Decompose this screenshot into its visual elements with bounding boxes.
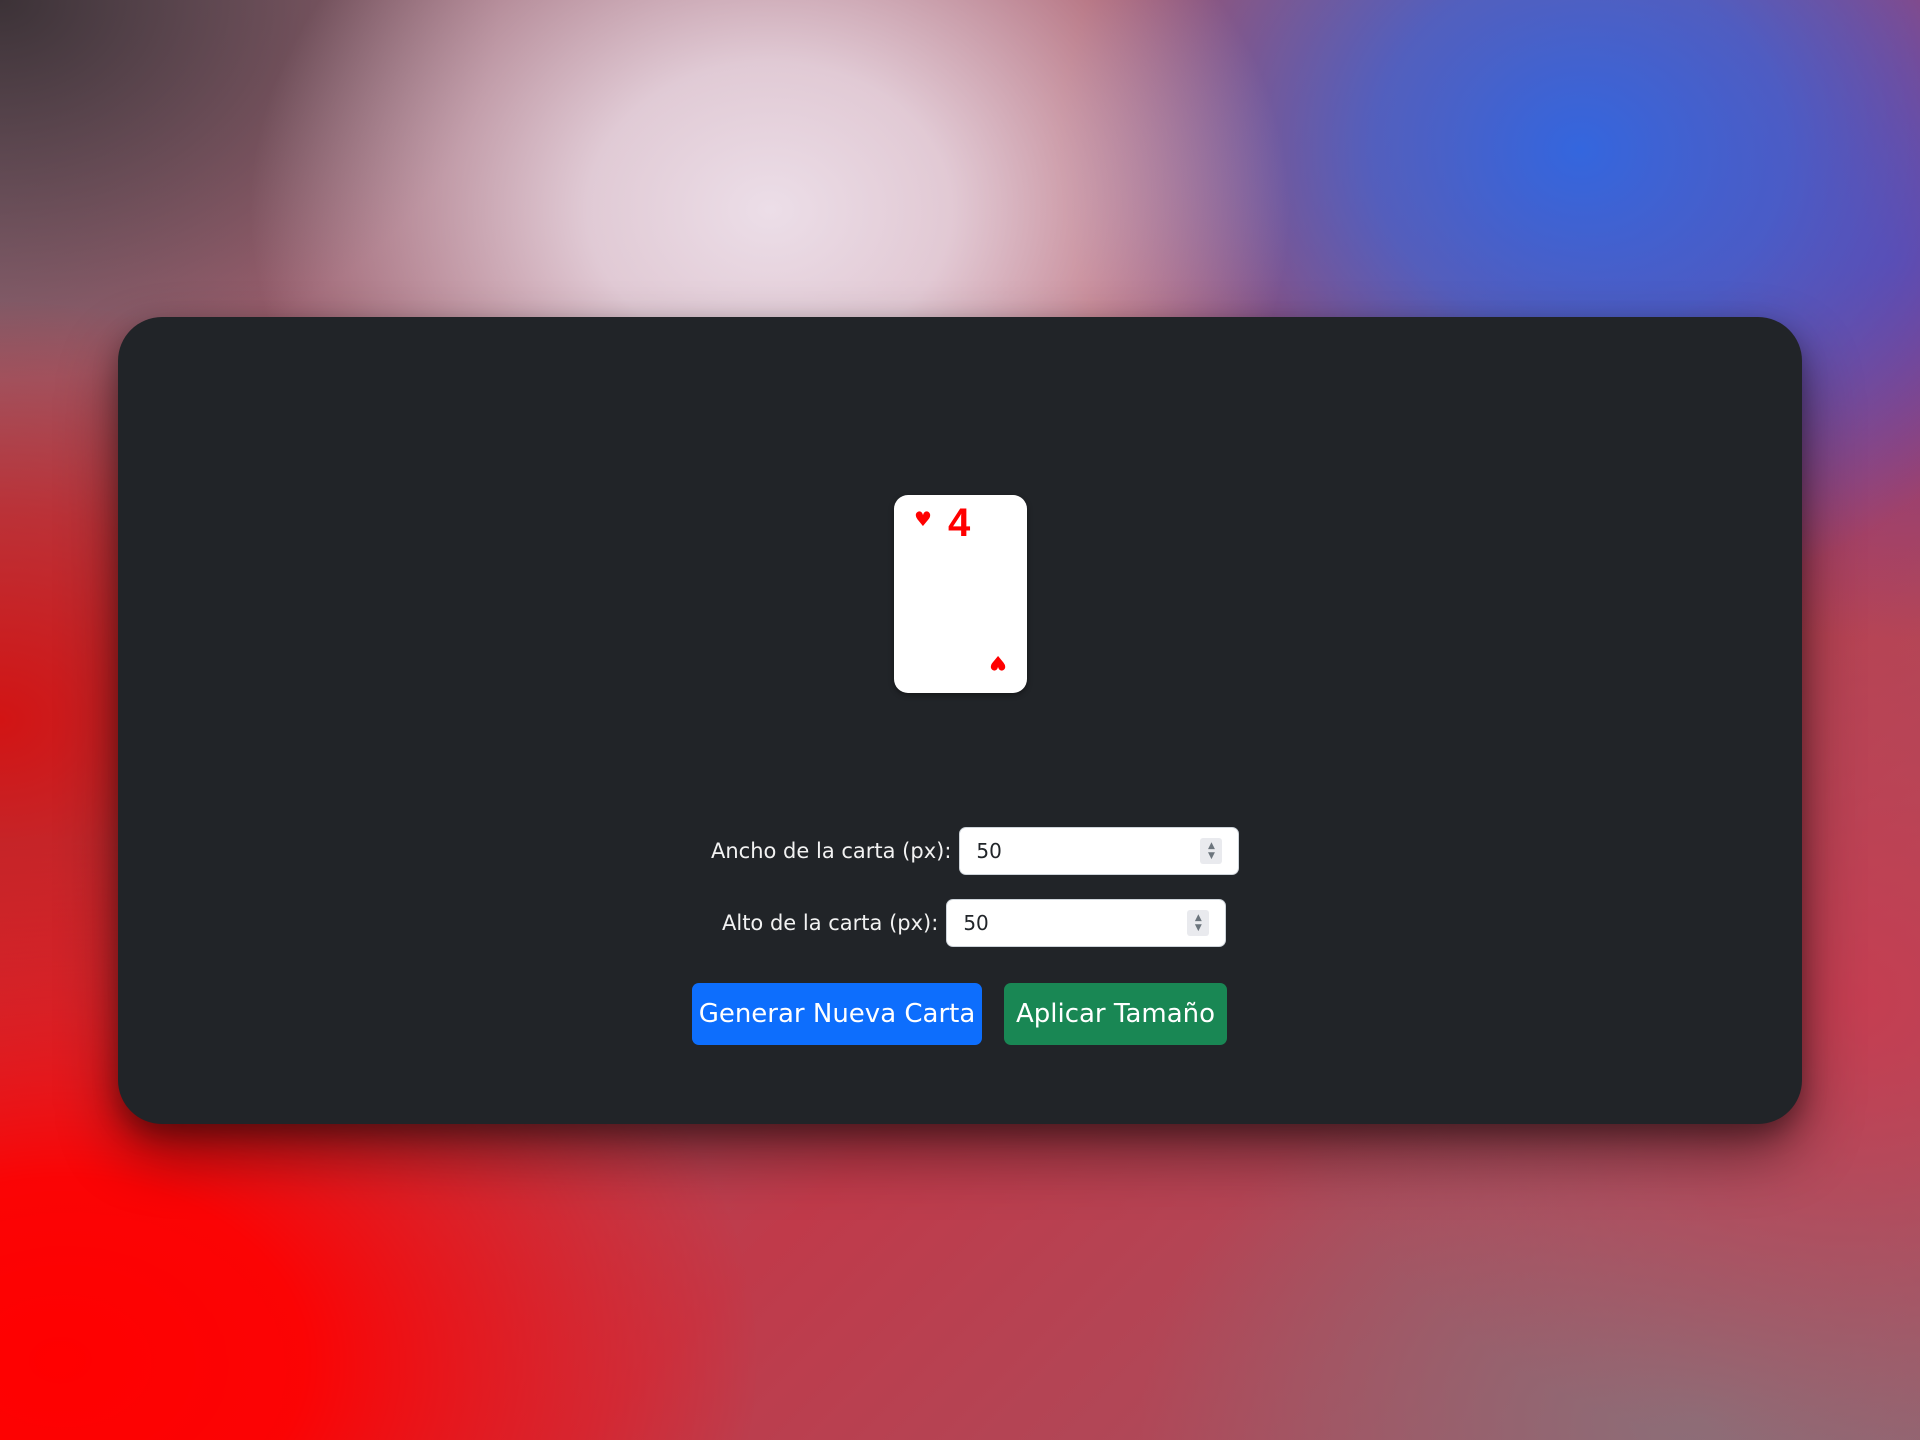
chevron-up-icon[interactable]: ▲: [1195, 913, 1202, 923]
height-label: Alto de la carta (px):: [722, 911, 939, 935]
card-rank: 4: [948, 501, 971, 545]
heart-icon: ♥: [914, 507, 932, 531]
playing-card: ♥ 4 ♥: [894, 495, 1027, 693]
heart-icon: ♥: [989, 651, 1007, 675]
width-label: Ancho de la carta (px):: [711, 839, 952, 863]
height-field-row: Alto de la carta (px): 50 ▲ ▼: [722, 899, 1227, 947]
height-input-value[interactable]: 50: [947, 911, 1187, 935]
apply-size-button[interactable]: Aplicar Tamaño: [1004, 983, 1227, 1045]
width-field-row: Ancho de la carta (px): 50 ▲ ▼: [711, 827, 1240, 875]
chevron-down-icon[interactable]: ▼: [1208, 851, 1215, 861]
chevron-up-icon[interactable]: ▲: [1208, 841, 1215, 851]
generate-card-button[interactable]: Generar Nueva Carta: [692, 983, 982, 1045]
chevron-down-icon[interactable]: ▼: [1195, 923, 1202, 933]
width-input[interactable]: 50 ▲ ▼: [959, 827, 1240, 875]
width-spinner[interactable]: ▲ ▼: [1200, 838, 1223, 864]
height-spinner[interactable]: ▲ ▼: [1187, 910, 1210, 936]
height-input[interactable]: 50 ▲ ▼: [946, 899, 1227, 947]
width-input-value[interactable]: 50: [960, 839, 1200, 863]
